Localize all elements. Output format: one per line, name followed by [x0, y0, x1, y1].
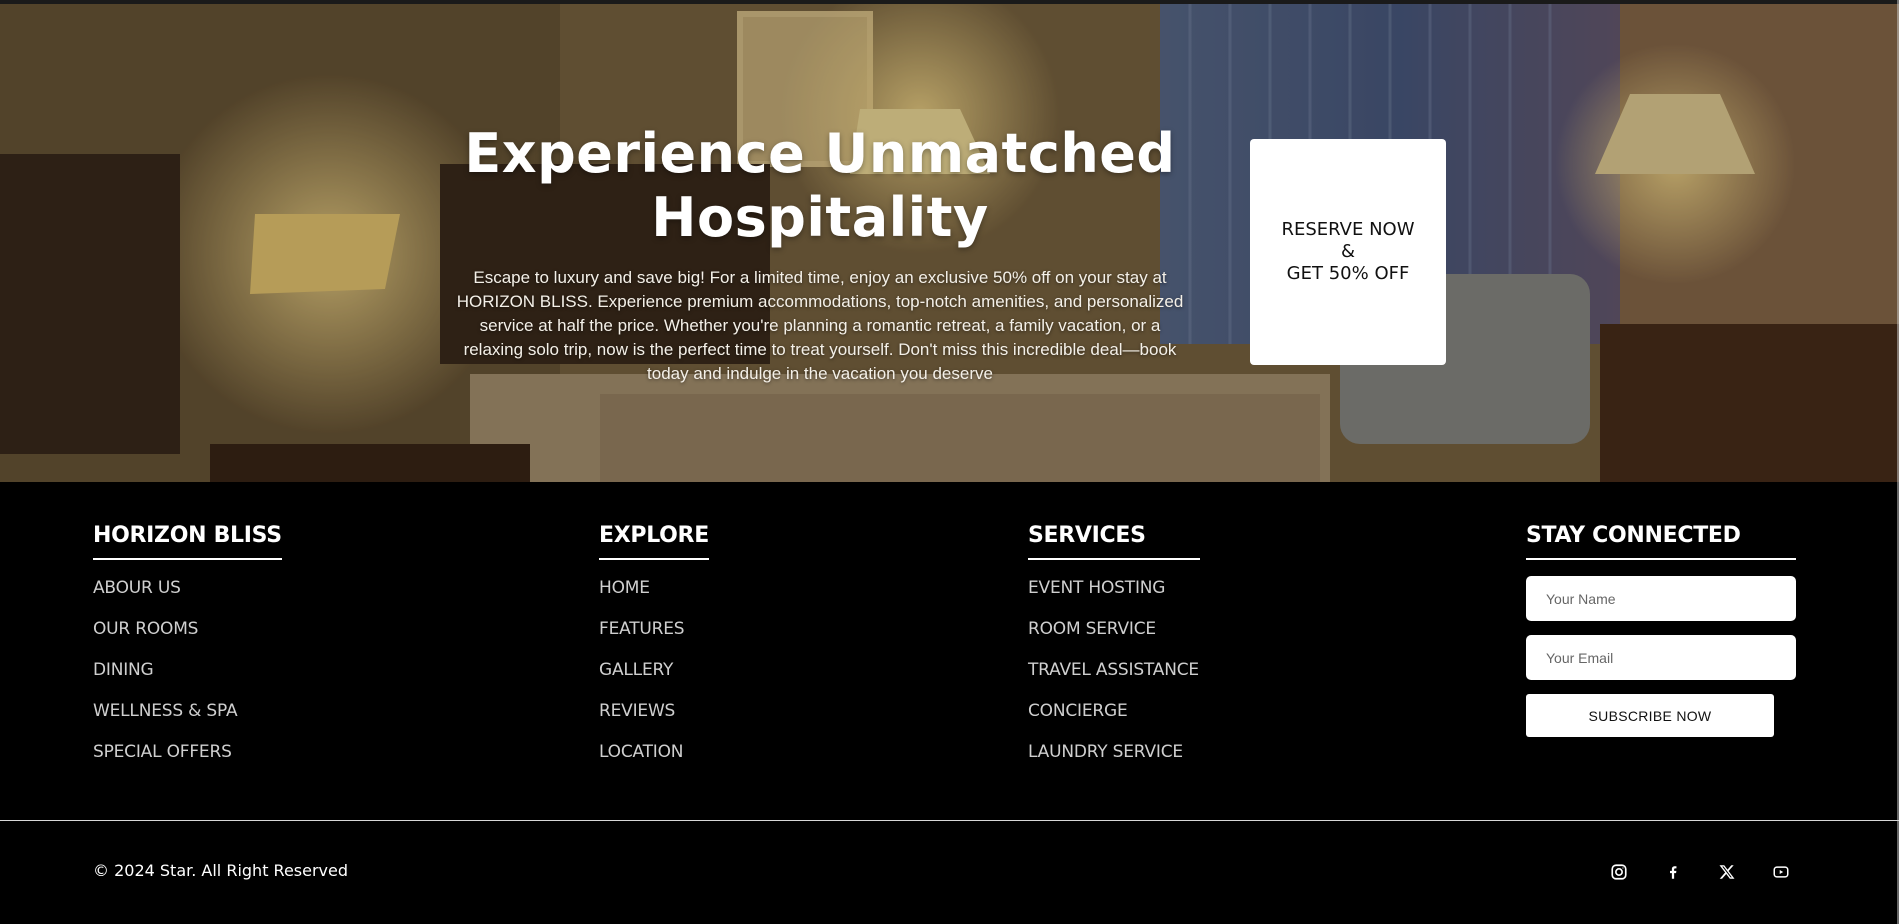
- link-reviews[interactable]: REVIEWS: [599, 701, 675, 721]
- hero-title: Experience Unmatched Hospitality: [450, 122, 1190, 250]
- reserve-line3: GET 50% OFF: [1286, 263, 1410, 284]
- connect-title: STAY CONNECTED: [1526, 522, 1796, 560]
- footer-col-brand: HORIZON BLISS ABOUR US OUR ROOMS DINING …: [93, 522, 282, 781]
- link-gallery[interactable]: GALLERY: [599, 660, 673, 680]
- hero-title-line2: Hospitality: [651, 186, 989, 249]
- instagram-icon[interactable]: [1592, 859, 1646, 885]
- footer-col-connect: STAY CONNECTED SUBSCRIBE NOW: [1526, 522, 1796, 737]
- hero-title-line1: Experience Unmatched: [464, 122, 1176, 185]
- link-wellness-spa[interactable]: WELLNESS & SPA: [93, 701, 238, 721]
- link-special-offers[interactable]: SPECIAL OFFERS: [93, 742, 232, 762]
- subscribe-button[interactable]: SUBSCRIBE NOW: [1526, 694, 1774, 737]
- link-location[interactable]: LOCATION: [599, 742, 684, 762]
- footer-col-explore: EXPLORE HOME FEATURES GALLERY REVIEWS LO…: [599, 522, 709, 781]
- reserve-line1: RESERVE NOW: [1281, 219, 1415, 240]
- link-event-hosting[interactable]: EVENT HOSTING: [1028, 578, 1165, 598]
- footer: HORIZON BLISS ABOUR US OUR ROOMS DINING …: [0, 482, 1899, 820]
- services-title: SERVICES: [1028, 522, 1200, 560]
- reserve-line2: &: [1340, 241, 1356, 262]
- brand-title: HORIZON BLISS: [93, 522, 282, 560]
- link-about-us[interactable]: ABOUR US: [93, 578, 181, 598]
- explore-links: HOME FEATURES GALLERY REVIEWS LOCATION: [599, 576, 709, 781]
- services-links: EVENT HOSTING ROOM SERVICE TRAVEL ASSIST…: [1028, 576, 1200, 781]
- social-links: [1592, 859, 1808, 885]
- hero-content: Experience Unmatched Hospitality Escape …: [450, 122, 1190, 386]
- hero-description: Escape to luxury and save big! For a lim…: [456, 268, 1184, 383]
- footer-col-services: SERVICES EVENT HOSTING ROOM SERVICE TRAV…: [1028, 522, 1200, 781]
- brand-links: ABOUR US OUR ROOMS DINING WELLNESS & SPA…: [93, 576, 282, 781]
- email-input[interactable]: [1526, 635, 1796, 680]
- link-features[interactable]: FEATURES: [599, 619, 685, 639]
- link-room-service[interactable]: ROOM SERVICE: [1028, 619, 1156, 639]
- link-home[interactable]: HOME: [599, 578, 650, 598]
- explore-title: EXPLORE: [599, 522, 709, 560]
- link-dining[interactable]: DINING: [93, 660, 154, 680]
- hero-section: Experience Unmatched Hospitality Escape …: [0, 0, 1899, 482]
- facebook-icon[interactable]: [1646, 859, 1700, 885]
- link-laundry-service[interactable]: LAUNDRY SERVICE: [1028, 742, 1183, 762]
- reserve-now-button[interactable]: RESERVE NOW & GET 50% OFF: [1250, 139, 1446, 365]
- link-concierge[interactable]: CONCIERGE: [1028, 701, 1128, 721]
- link-our-rooms[interactable]: OUR ROOMS: [93, 619, 198, 639]
- x-icon[interactable]: [1700, 859, 1754, 885]
- footer-divider: [0, 820, 1899, 821]
- name-input[interactable]: [1526, 576, 1796, 621]
- youtube-icon[interactable]: [1754, 859, 1808, 885]
- link-travel-assistance[interactable]: TRAVEL ASSISTANCE: [1028, 660, 1199, 680]
- copyright-text: © 2024 Star. All Right Reserved: [93, 861, 349, 880]
